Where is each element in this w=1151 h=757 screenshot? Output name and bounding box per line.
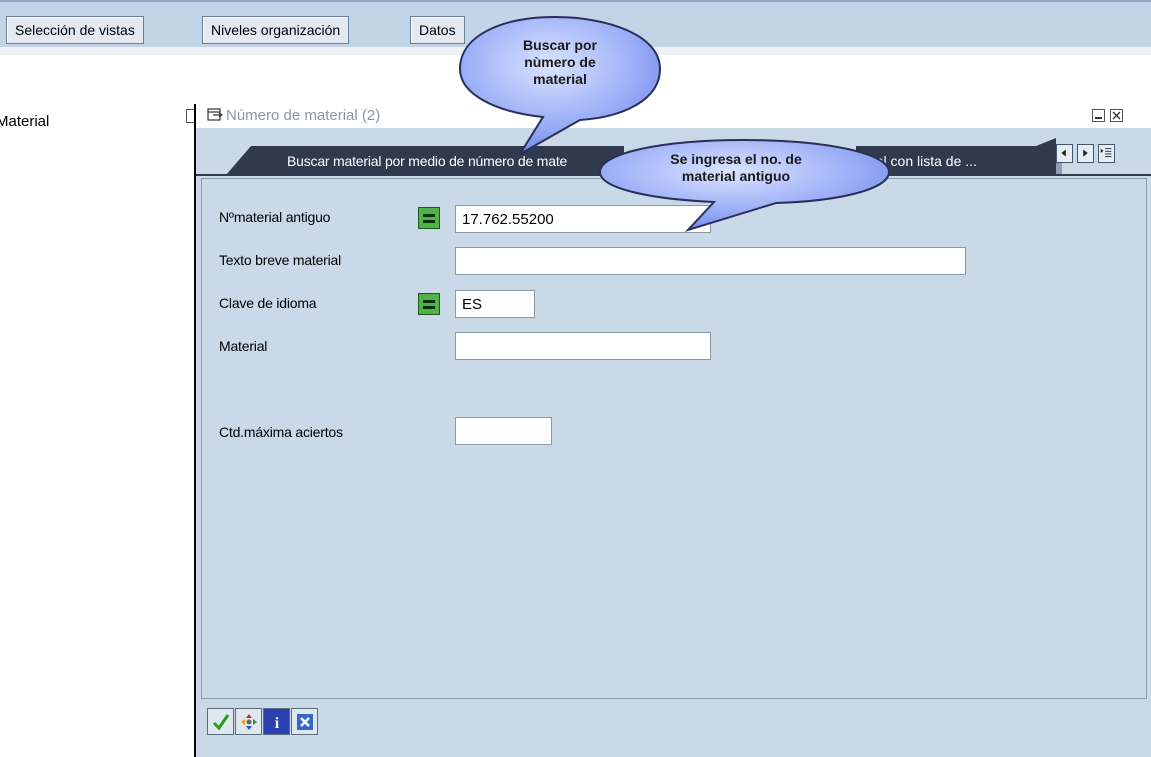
max-hits-label: Ctd.máxima aciertos (219, 424, 343, 440)
material-input[interactable] (455, 332, 711, 360)
callout-text-top: Buscar por nùmero de material (523, 37, 597, 87)
svg-text:i: i (274, 715, 279, 732)
cancel-icon[interactable] (291, 708, 318, 735)
equals-option-icon[interactable] (418, 293, 440, 315)
close-icon[interactable] (1110, 109, 1123, 122)
old-material-label: Nºmaterial antiguo (219, 209, 331, 225)
language-key-label: Clave de idioma (219, 295, 317, 311)
org-levels-button[interactable]: Niveles organización (202, 16, 350, 44)
language-key-input[interactable] (455, 290, 535, 318)
callout-text-middle: Se ingresa el no. de material antiguo (670, 151, 802, 184)
material-label: Material (219, 338, 268, 354)
equals-option-icon[interactable] (418, 207, 440, 229)
tab-list-icon[interactable] (1098, 144, 1115, 163)
tab-scroll-left-icon[interactable] (1056, 144, 1073, 163)
tab-scroll-right-icon[interactable] (1077, 144, 1094, 163)
continue-checkmark-icon[interactable] (207, 708, 234, 735)
short-text-input[interactable] (455, 247, 966, 275)
multiple-selection-icon[interactable] (235, 708, 262, 735)
information-icon[interactable]: i (263, 708, 290, 735)
dialog-title: Número de material (2) (226, 107, 381, 124)
short-text-label: Texto breve material (219, 252, 342, 268)
max-hits-input[interactable] (455, 417, 552, 445)
view-selection-button[interactable]: Selección de vistas (6, 16, 144, 44)
minimize-icon[interactable] (1092, 109, 1105, 122)
background-material-label: Material (0, 113, 50, 130)
dialog-window-icon (207, 108, 223, 121)
